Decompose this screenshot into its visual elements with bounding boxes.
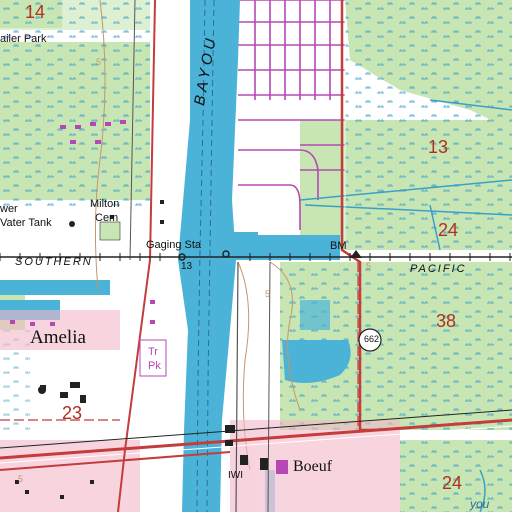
town-boeuf: Boeuf bbox=[293, 458, 333, 475]
railroad-label-southern: SOUTHERN bbox=[15, 256, 93, 268]
milton-label: Milton bbox=[90, 198, 120, 210]
section-number-23: 23 bbox=[62, 403, 83, 423]
elevation-5-c: 5 bbox=[366, 261, 372, 271]
cemetery-label: Cem bbox=[95, 212, 119, 224]
bayou-label-bottom: you bbox=[470, 497, 490, 511]
elevation-5-b: 5 bbox=[265, 289, 271, 299]
water-tank-label: Vater Tank bbox=[0, 217, 52, 229]
town-amelia: Amelia bbox=[30, 327, 86, 348]
iwi-label: IWI bbox=[228, 470, 243, 481]
gaging-station-label: Gaging Sta bbox=[146, 239, 202, 251]
elevation-5-a: 5 bbox=[96, 57, 102, 67]
trailer-park-label: ailer Park bbox=[0, 33, 47, 45]
section-number-13: 13 bbox=[428, 137, 449, 157]
trailer-park-pk: Pk bbox=[148, 360, 161, 372]
bench-mark-label: BM bbox=[330, 240, 347, 252]
section-number-14: 14 bbox=[25, 2, 46, 22]
topographic-map: 14 ailer Park 13 24 38 23 24 wer Vater T… bbox=[0, 0, 512, 512]
section-number-24-right: 24 bbox=[438, 220, 459, 240]
trailer-park-tr: Tr bbox=[148, 346, 158, 358]
route-shield-number: 662 bbox=[364, 334, 380, 344]
section-number-24-bottom: 24 bbox=[442, 473, 463, 493]
elevation-13: 13 bbox=[181, 261, 193, 272]
water-tank-label-top: wer bbox=[0, 203, 18, 215]
section-number-38: 38 bbox=[436, 311, 457, 331]
elevation-5-d: 5 bbox=[18, 474, 24, 484]
railroad-label-pacific: PACIFIC bbox=[410, 263, 467, 275]
